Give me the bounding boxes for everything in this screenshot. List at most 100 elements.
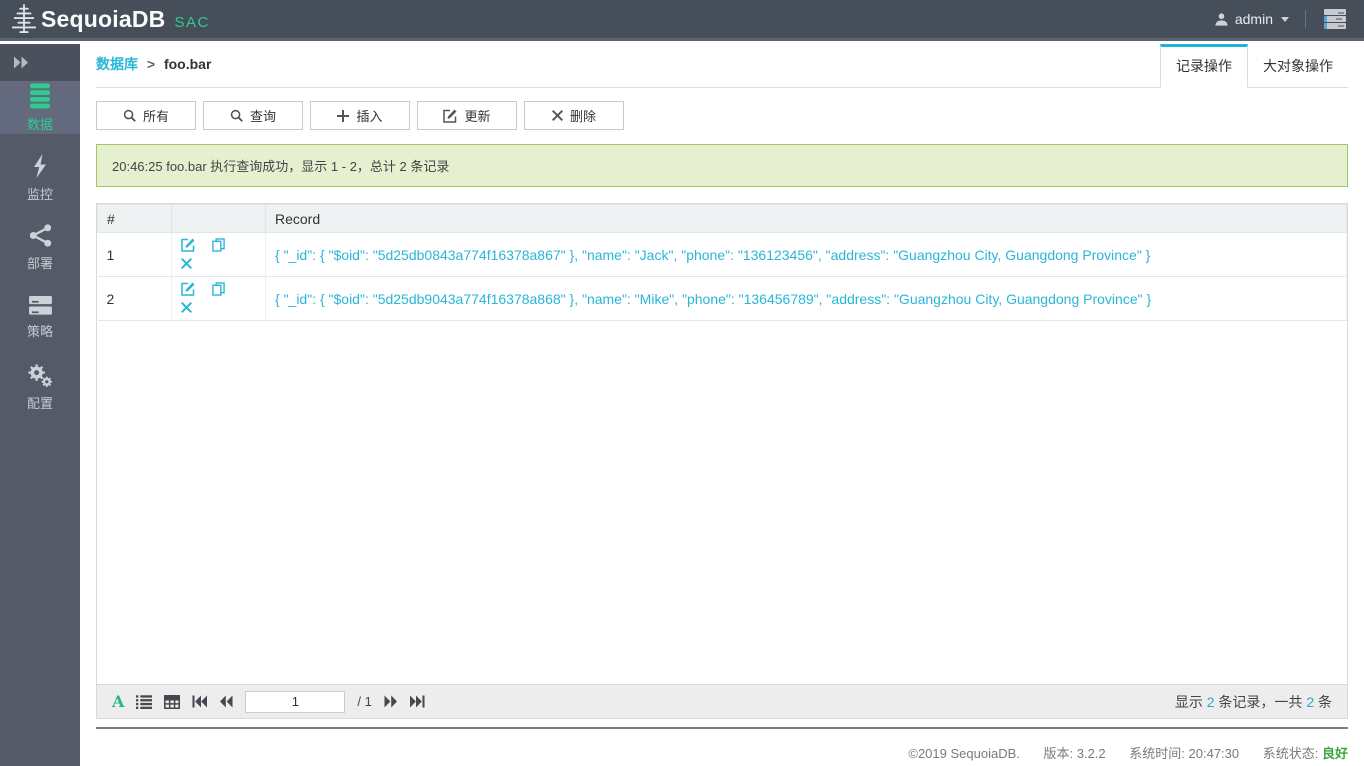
prev-page-icon[interactable]: [219, 695, 233, 708]
table-header-row: # Record: [97, 204, 1347, 233]
table-row: 2 { "_id": { "$oid": "5d25db9043a774f163…: [97, 276, 1347, 322]
all-button[interactable]: 所有: [96, 101, 196, 130]
time-label: 系统时间:: [1129, 746, 1189, 761]
user-name: admin: [1234, 11, 1273, 27]
button-label: 查询: [249, 109, 276, 124]
system-status: 系统状态: 良好: [1263, 746, 1348, 761]
summary-text: 条记录，一共: [1214, 693, 1307, 710]
sidebar-item-config[interactable]: 配置: [0, 361, 80, 414]
breadcrumb-current: foo.bar: [163, 56, 212, 72]
button-label: 插入: [356, 109, 383, 124]
sidebar-item-data[interactable]: 数据: [0, 81, 80, 134]
delete-x-icon[interactable]: [181, 256, 192, 272]
edit-icon[interactable]: [181, 238, 195, 255]
button-label: 删除: [569, 109, 596, 124]
version-label: 版本:: [1043, 746, 1077, 761]
status-label: 系统状态:: [1262, 746, 1322, 761]
server-icon: [28, 295, 53, 316]
summary-text: 显示: [1174, 693, 1207, 710]
last-page-icon[interactable]: [409, 695, 425, 708]
search-icon: [123, 109, 136, 122]
share-nodes-icon: [28, 223, 53, 248]
system-time: 系统时间: 20:47:30: [1129, 746, 1239, 761]
table-row: 1 { "_id": { "$oid": "5d25db0843a774f163…: [97, 232, 1347, 278]
server-stack-icon[interactable]: [1322, 8, 1348, 30]
list-view-icon[interactable]: [136, 694, 153, 709]
first-page-icon[interactable]: [192, 695, 208, 708]
copy-icon[interactable]: [212, 282, 225, 299]
brand: SequoiaDB SAC: [10, 3, 210, 35]
gears-icon: [27, 363, 53, 388]
edit-icon[interactable]: [181, 282, 195, 299]
brand-name: SequoiaDB: [41, 5, 166, 32]
sidebar-item-label: 策略: [26, 324, 53, 339]
lightning-icon: [30, 153, 50, 179]
main-content: 数据库 > foo.bar 记录操作 大对象操作 所有 查询 插入 更新 删除 …: [80, 44, 1364, 766]
status-badge: 良好: [1321, 746, 1348, 761]
page-total-label: / 1: [357, 694, 372, 709]
version-info: 版本: 3.2.2: [1044, 746, 1106, 761]
query-button[interactable]: 查询: [203, 101, 303, 130]
insert-button[interactable]: 插入: [310, 101, 410, 130]
sidebar-item-label: 监控: [26, 186, 53, 202]
table-grid-icon[interactable]: [164, 694, 181, 709]
records-table: # Record 1 {"_id": {"$oid": "5d25db084…: [97, 204, 1347, 322]
header-actions: [171, 204, 266, 233]
record-count-summary: 显示 2 条记录，一共 2 条: [1175, 692, 1332, 712]
version-value: 3.2.2: [1076, 746, 1106, 761]
topbar: 数据库 > foo.bar 记录操作 大对象操作: [96, 44, 1348, 88]
row-record-json: { "_id": { "$oid": "5d25db0843a774f16378…: [265, 232, 1347, 278]
row-index: 2: [97, 276, 172, 322]
summary-text: 条: [1314, 693, 1332, 710]
user-menu[interactable]: admin: [1214, 11, 1289, 27]
row-actions: [171, 232, 266, 278]
toolbar: 所有 查询 插入 更新 删除: [96, 101, 1348, 130]
summary-count: 2: [1206, 693, 1215, 710]
delete-x-icon: [551, 110, 563, 121]
search-icon: [230, 109, 243, 122]
sidebar-nav: 数据 监控 部署 策略 配置: [0, 81, 80, 431]
sequoia-tree-icon: [10, 3, 38, 35]
row-actions: [171, 276, 266, 322]
plus-icon: [337, 109, 350, 122]
app-footer: ©2019 SequoiaDB. 版本: 3.2.2 系统时间: 20:47:3…: [96, 729, 1348, 762]
breadcrumb: 数据库 > foo.bar: [96, 54, 211, 87]
sidebar: 数据 监控 部署 策略 配置: [0, 44, 80, 766]
app-header: SequoiaDB SAC admin: [0, 0, 1364, 41]
copyright-text: ©2019 SequoiaDB.: [908, 746, 1020, 761]
page-number-input[interactable]: [245, 690, 346, 713]
sidebar-item-strategy[interactable]: 策略: [0, 291, 80, 344]
delete-x-icon[interactable]: [181, 300, 192, 316]
update-button[interactable]: 更新: [417, 101, 517, 130]
time-value: 20:47:30: [1188, 746, 1240, 761]
row-index: 1: [97, 232, 172, 278]
caret-down-icon: [1281, 16, 1289, 22]
delete-button[interactable]: 删除: [524, 101, 624, 130]
breadcrumb-separator: >: [146, 56, 156, 72]
double-chevron-right-icon: [13, 56, 29, 69]
sidebar-item-label: 数据: [26, 117, 53, 132]
button-label: 更新: [464, 109, 491, 124]
header-divider: [1305, 10, 1306, 28]
tab-record-ops[interactable]: 记录操作: [1160, 44, 1248, 88]
font-toggle-icon[interactable]: A: [112, 693, 124, 710]
sidebar-collapse-toggle[interactable]: [0, 44, 80, 81]
tab-bar: 记录操作 大对象操作: [1160, 44, 1348, 88]
header-index: #: [97, 204, 172, 233]
database-icon: [27, 82, 53, 109]
copy-icon[interactable]: [212, 238, 225, 255]
tab-lob-ops[interactable]: 大对象操作: [1248, 44, 1348, 88]
edit-icon: [443, 109, 457, 123]
sidebar-item-label: 配置: [26, 396, 53, 411]
pagination-bar: A 1 / 1 显示 2 条记录，一共 2 条: [97, 684, 1347, 718]
next-page-icon[interactable]: [384, 695, 398, 708]
header-record: Record: [265, 204, 1347, 233]
user-icon: [1214, 12, 1229, 27]
records-panel: # Record 1 {"_id": {"$oid": "5d25db084…: [96, 203, 1348, 719]
sidebar-item-deploy[interactable]: 部署: [0, 221, 80, 274]
table-empty-area: [97, 321, 1347, 684]
button-label: 所有: [142, 109, 169, 124]
summary-count: 2: [1306, 693, 1315, 710]
breadcrumb-link-database[interactable]: 数据库: [96, 56, 138, 72]
sidebar-item-monitor[interactable]: 监控: [0, 151, 80, 204]
